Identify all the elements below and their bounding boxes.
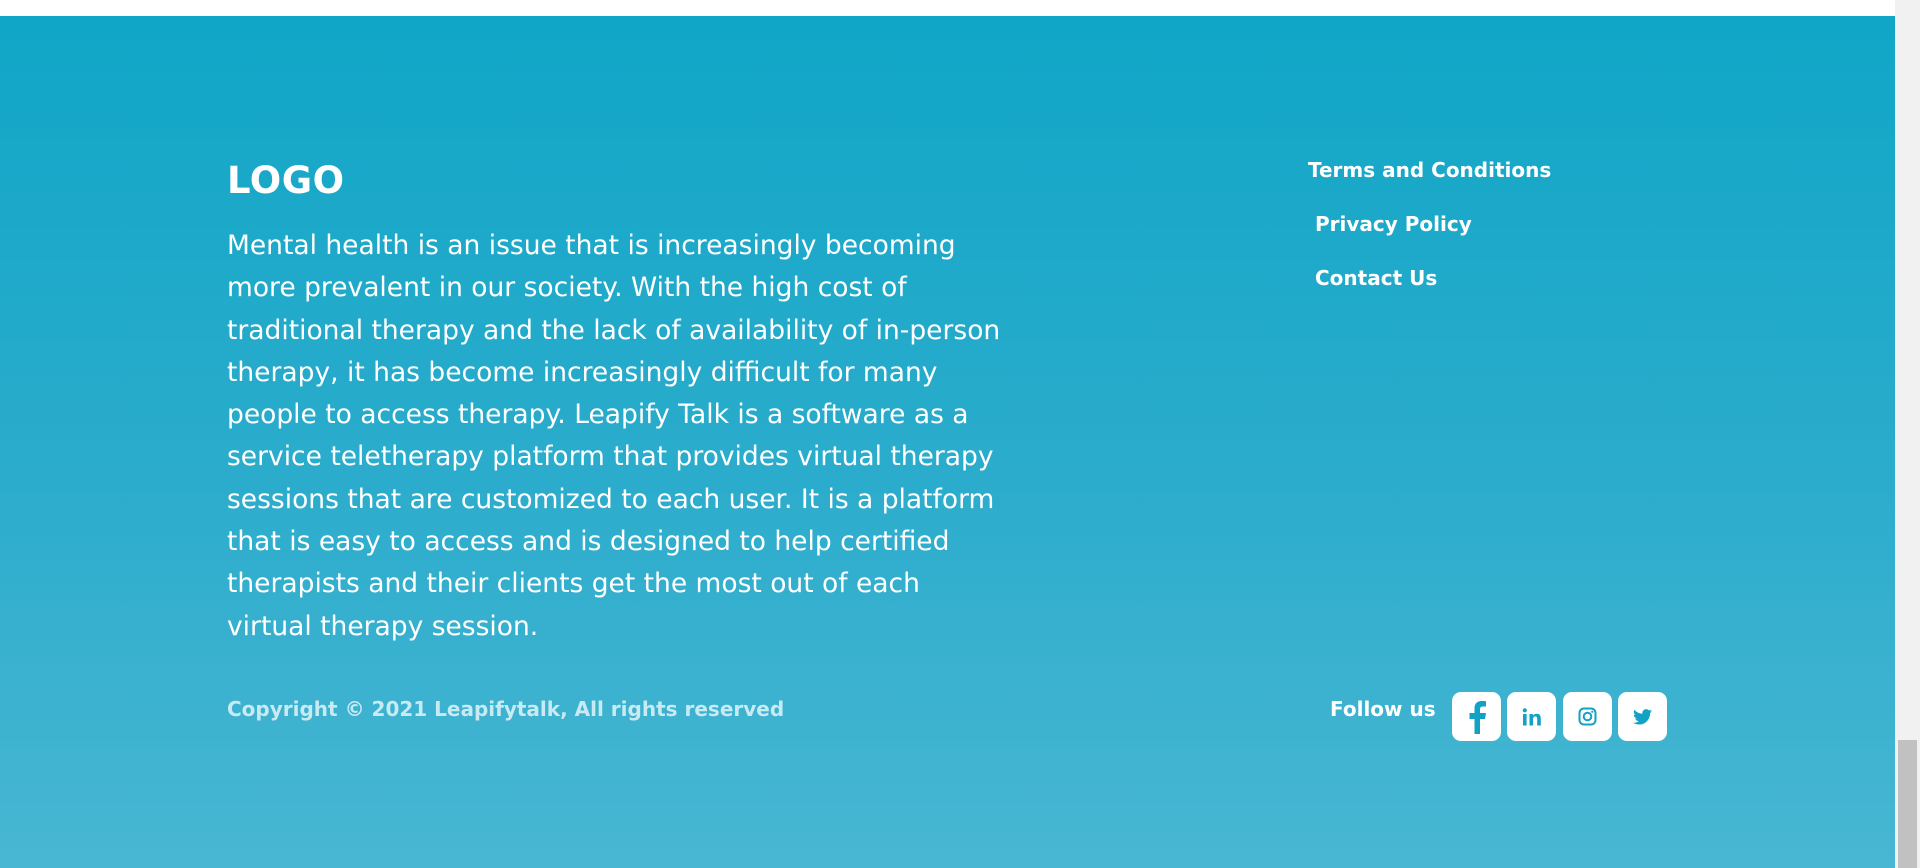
- privacy-policy-link[interactable]: Privacy Policy: [1315, 212, 1472, 236]
- instagram-button[interactable]: [1563, 692, 1612, 741]
- terms-link[interactable]: Terms and Conditions: [1308, 158, 1551, 182]
- footer-link-item: Contact Us: [1308, 266, 1551, 320]
- page: LOGO Mental health is an issue that is i…: [0, 0, 1920, 868]
- footer-link-item: Privacy Policy: [1308, 212, 1551, 266]
- twitter-icon: [1633, 708, 1652, 725]
- twitter-button[interactable]: [1618, 692, 1667, 741]
- facebook-icon: [1469, 700, 1486, 734]
- footer-links: Terms and Conditions Privacy Policy Cont…: [1308, 158, 1551, 320]
- site-footer: LOGO Mental health is an issue that is i…: [0, 16, 1895, 868]
- linkedin-icon: [1522, 707, 1541, 725]
- scrollbar-thumb[interactable]: [1898, 740, 1917, 868]
- footer-logo[interactable]: LOGO: [227, 159, 345, 202]
- instagram-icon: [1578, 707, 1597, 726]
- footer-about-text: Mental health is an issue that is increa…: [227, 230, 1001, 642]
- facebook-button[interactable]: [1452, 692, 1501, 741]
- page-scrollbar[interactable]: [1895, 0, 1920, 868]
- page-top-edge: [0, 0, 1895, 16]
- linkedin-button[interactable]: [1507, 692, 1556, 741]
- follow-us-label: Follow us: [1330, 697, 1436, 721]
- contact-us-link[interactable]: Contact Us: [1315, 266, 1437, 290]
- copyright-text: Copyright © 2021 Leapifytalk, All rights…: [227, 697, 785, 721]
- footer-link-item: Terms and Conditions: [1308, 158, 1551, 212]
